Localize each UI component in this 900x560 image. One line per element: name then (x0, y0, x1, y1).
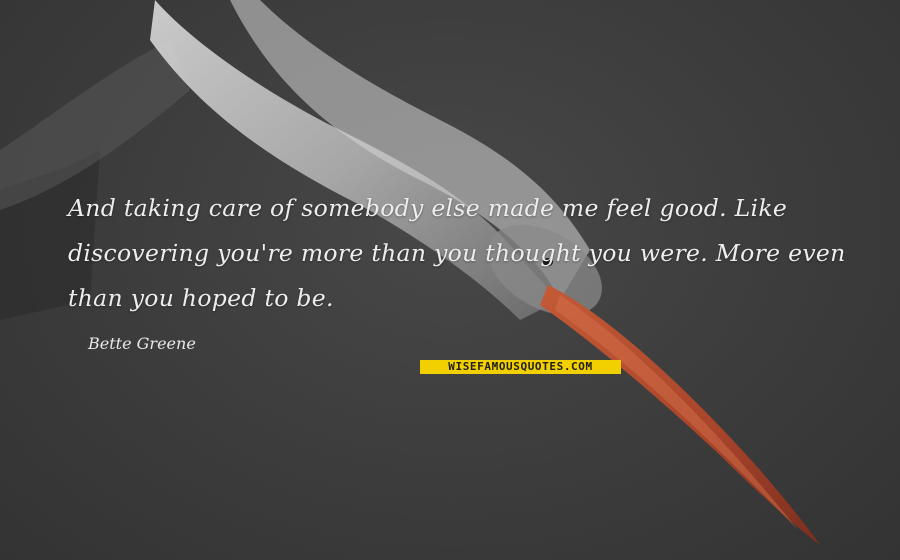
quote-author: Bette Greene (88, 334, 196, 353)
watermark-badge: WISEFAMOUSQUOTES.COM (420, 360, 621, 374)
quote-card: And taking care of somebody else made me… (0, 0, 900, 560)
quote-text: And taking care of somebody else made me… (68, 194, 846, 312)
